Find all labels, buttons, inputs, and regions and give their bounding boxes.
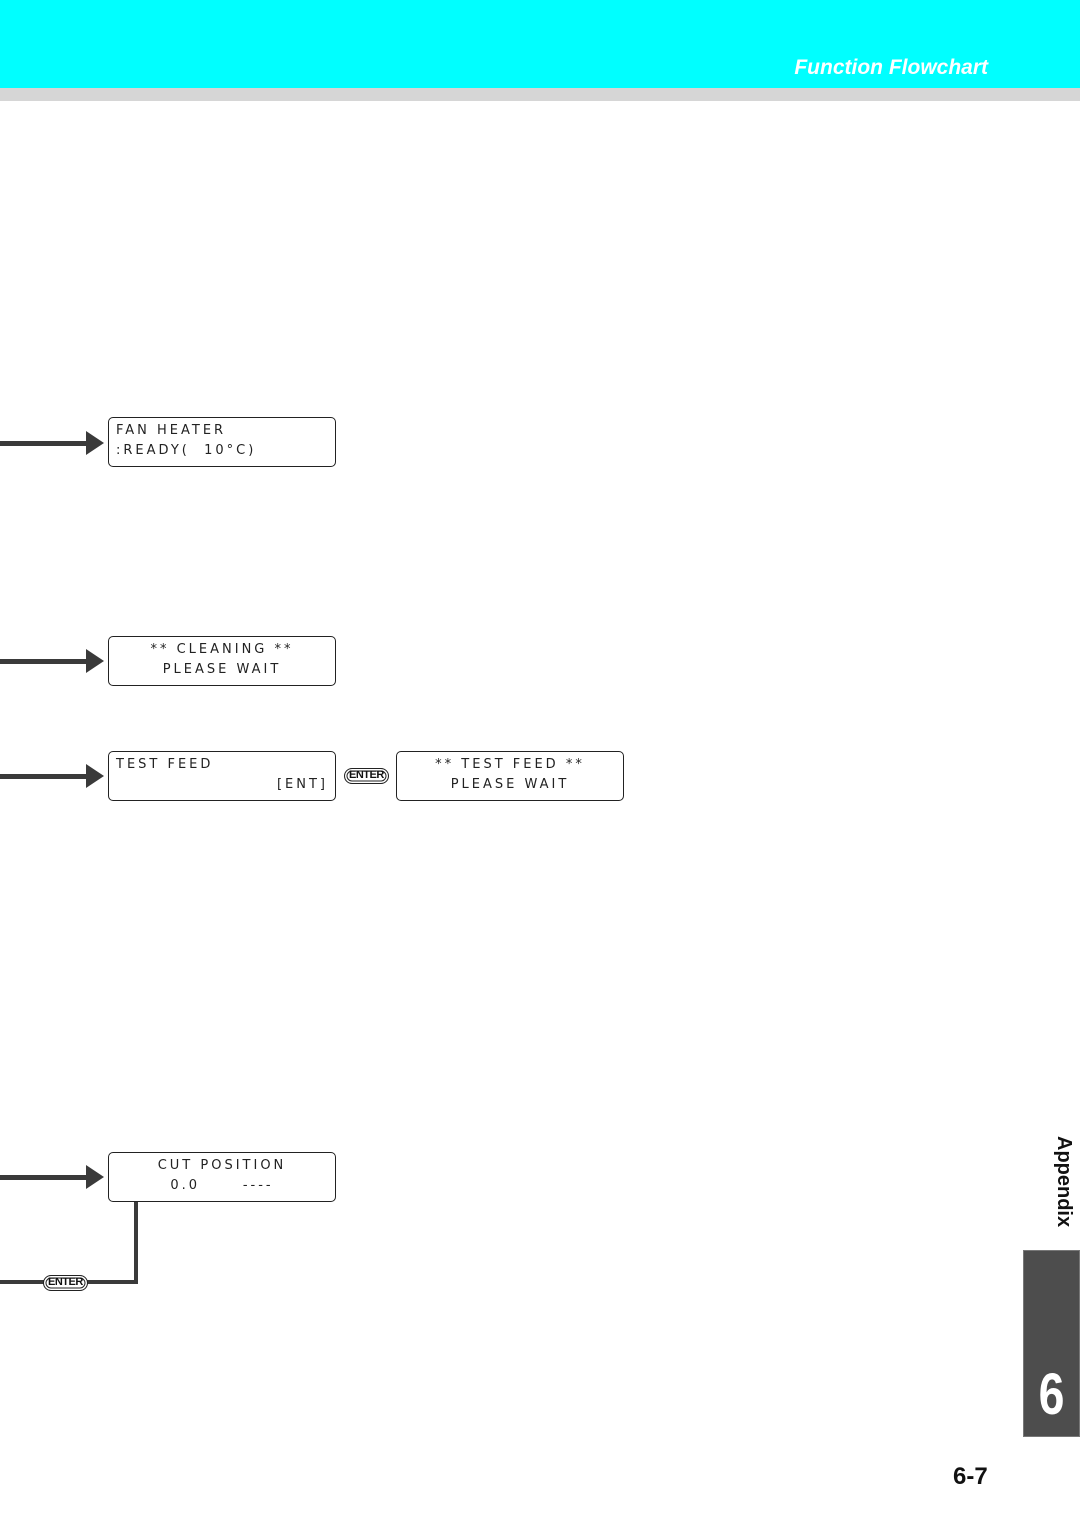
arrow-right-icon	[86, 649, 104, 673]
lcd-line-2: PLEASE WAIT	[450, 777, 570, 792]
flow-arrow-line	[0, 774, 88, 779]
arrow-right-icon	[86, 431, 104, 455]
flow-arrow-line	[0, 1175, 88, 1180]
lcd-screen-cut-position: CUT POSITION 0.0 ----	[108, 1152, 336, 1202]
lcd-line-1: ** TEST FEED **	[435, 757, 585, 772]
lcd-line-1: FAN HEATER	[116, 423, 227, 438]
lcd-screen-test-feed-wait: ** TEST FEED ** PLEASE WAIT	[396, 751, 624, 801]
enter-key-icon: ENTER	[344, 768, 389, 784]
lcd-screen-fan-heater: FAN HEATER :READY( 10°C)	[108, 417, 336, 467]
lcd-line-2: [ENT]	[276, 777, 328, 792]
flow-arrow-line	[0, 659, 88, 664]
enter-key-icon: ENTER	[43, 1275, 88, 1291]
return-flow-line	[134, 1202, 138, 1284]
lcd-line-1: CUT POSITION	[157, 1158, 287, 1173]
lcd-line-1: ** CLEANING **	[150, 642, 294, 657]
page-header: Function Flowchart	[0, 0, 1080, 88]
lcd-line-2: PLEASE WAIT	[162, 662, 282, 677]
chapter-number: 6	[1038, 1362, 1065, 1427]
chapter-tab[interactable]: 6	[1023, 1250, 1080, 1437]
lcd-line-2: 0.0 ----	[170, 1178, 274, 1193]
page-number: 6-7	[953, 1463, 988, 1490]
arrow-right-icon	[86, 764, 104, 788]
section-label: Appendix	[1053, 1136, 1075, 1228]
arrow-right-icon	[86, 1165, 104, 1189]
lcd-line-1: TEST FEED	[116, 757, 214, 772]
header-title: Function Flowchart	[794, 56, 988, 79]
header-divider	[0, 88, 1080, 101]
flow-arrow-line	[0, 441, 88, 446]
lcd-line-2: :READY( 10°C)	[116, 443, 257, 458]
lcd-screen-test-feed: TEST FEED [ENT]	[108, 751, 336, 801]
lcd-screen-cleaning: ** CLEANING ** PLEASE WAIT	[108, 636, 336, 686]
